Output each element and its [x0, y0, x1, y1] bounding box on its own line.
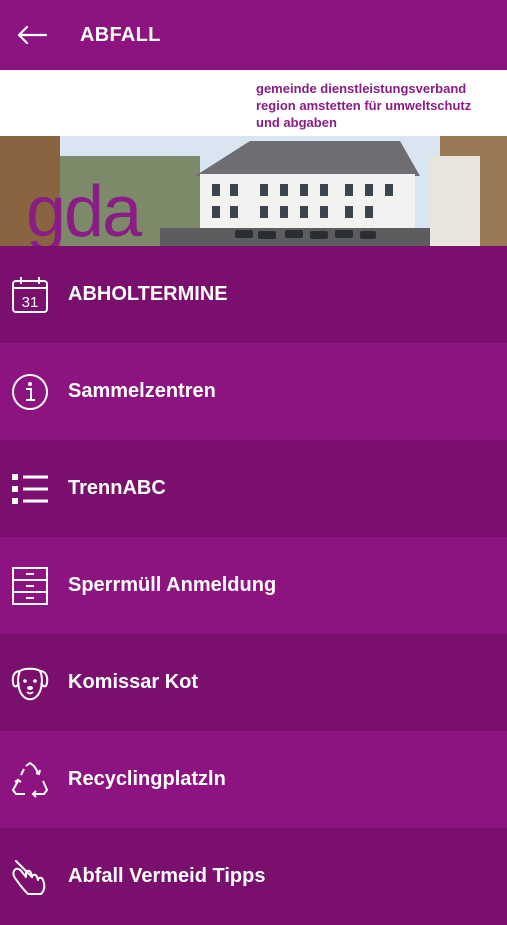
menu-label: Komissar Kot [68, 671, 199, 693]
menu-item-abfall-vermeid-tipps[interactable]: Abfall Vermeid Tipps [0, 828, 507, 925]
header-banner: gda gemeinde dienstleistungsverband regi… [0, 70, 507, 246]
dog-icon [10, 663, 50, 703]
info-icon [10, 372, 50, 412]
menu-label: Sperrmüll Anmeldung [68, 574, 277, 596]
menu-label: Sammelzentren [68, 380, 216, 402]
menu-item-sperrmuell[interactable]: Sperrmüll Anmeldung [0, 537, 507, 634]
recycle-icon [10, 760, 50, 800]
app-bar: ABFALL [0, 0, 507, 70]
gda-logo: gda [26, 172, 142, 246]
menu-item-sammelzentren[interactable]: Sammelzentren [0, 343, 507, 440]
calendar-day: 31 [22, 294, 39, 311]
tagline: gemeinde dienstleistungsverband region a… [256, 80, 471, 131]
list-icon [10, 469, 50, 509]
tagline-line-3: und abgaben [256, 115, 337, 130]
menu-list: 31 ABHOLTERMINE Sammelzentren TrennABC S… [0, 246, 507, 925]
menu-item-abholtermine[interactable]: 31 ABHOLTERMINE [0, 246, 507, 343]
menu-label: TrennABC [68, 477, 166, 499]
menu-label: ABHOLTERMINE [68, 283, 228, 305]
menu-item-recyclingplatzln[interactable]: Recyclingplatzln [0, 731, 507, 828]
menu-item-komissar-kot[interactable]: Komissar Kot [0, 634, 507, 731]
tagline-line-1: gemeinde dienstleistungsverband [256, 81, 467, 96]
page-title: ABFALL [80, 23, 161, 46]
back-button[interactable] [16, 20, 56, 50]
menu-label: Abfall Vermeid Tipps [68, 865, 266, 887]
menu-label: Recyclingplatzln [68, 768, 226, 790]
arrow-left-icon [17, 25, 48, 45]
cabinet-icon [10, 566, 50, 606]
tagline-line-2: region amstetten für umweltschutz [256, 98, 472, 113]
calendar-icon: 31 [10, 275, 50, 315]
hand-pointer-icon [10, 857, 50, 897]
menu-item-trennabc[interactable]: TrennABC [0, 440, 507, 537]
